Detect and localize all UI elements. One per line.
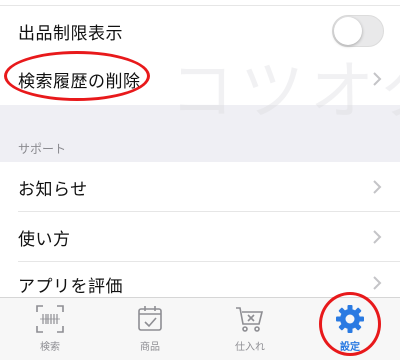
rate-app-label: アプリを評価 [18,277,123,297]
tab-products-label: 商品 [140,342,160,353]
chevron-right-icon [373,276,382,290]
barcode-scan-icon [36,305,64,333]
tab-search-label: 検索 [40,342,60,353]
support-row-rate-app[interactable]: アプリを評価 [0,262,400,297]
chevron-right-icon [373,180,382,194]
tab-products[interactable]: 商品 [110,298,190,361]
tab-search[interactable]: 検索 [10,298,90,361]
support-row-how-to-use[interactable]: 使い方 [0,212,400,262]
calendar-check-icon [138,306,162,331]
support-section-header: サポート [0,132,400,162]
listing-restriction-label: 出品制限表示 [18,23,123,44]
cart-x-icon [236,307,264,332]
tab-purchases[interactable]: 仕入れ [210,298,290,361]
support-row-news[interactable]: お知らせ [0,162,400,212]
how-to-use-label: 使い方 [18,229,71,250]
support-header-label: サポート [18,142,67,156]
annotation-ellipse-settings-tab [319,292,381,356]
annotation-ellipse-clear-history [4,51,150,101]
chevron-right-icon [373,230,382,244]
tab-purchases-label: 仕入れ [235,342,265,353]
news-label: お知らせ [18,179,88,200]
watermark-text: コツオク [170,55,400,129]
